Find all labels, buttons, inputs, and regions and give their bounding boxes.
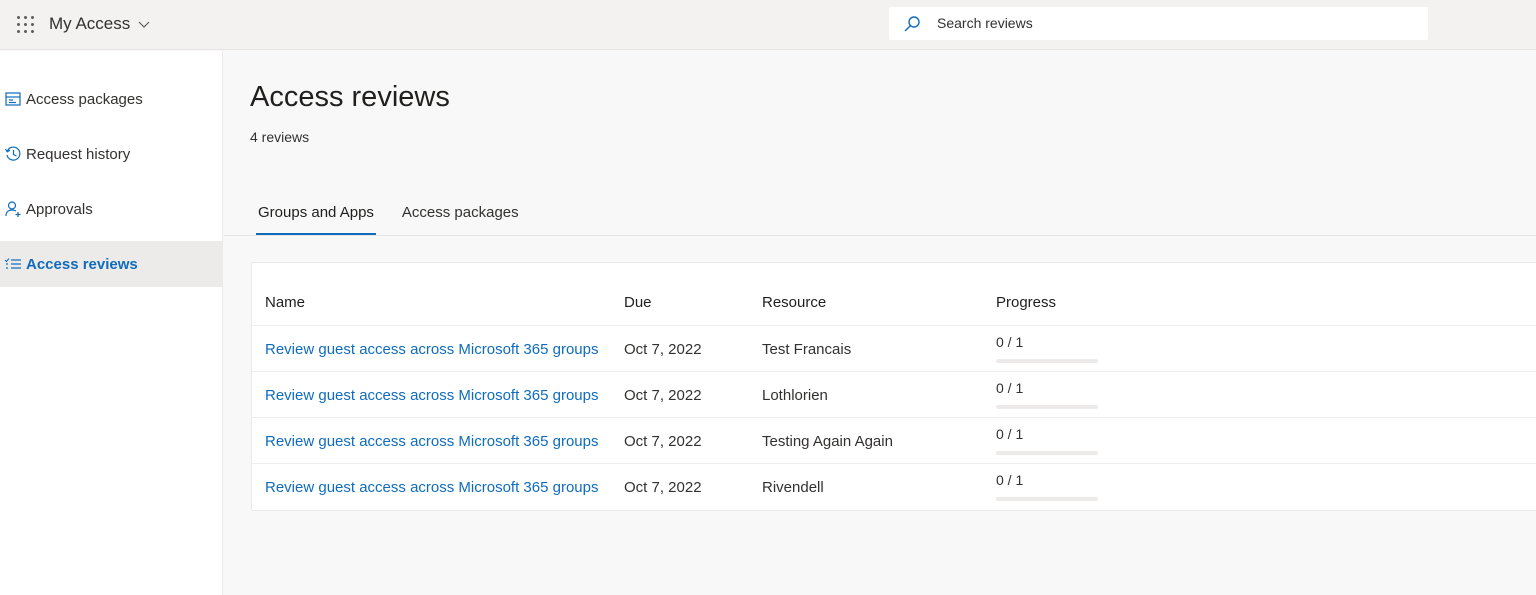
chevron-down-icon <box>138 21 150 28</box>
review-count: 4 reviews <box>250 129 310 145</box>
sidebar-item-access-packages[interactable]: Access packages <box>0 76 223 122</box>
progress-bar <box>996 405 1098 409</box>
tabs-divider <box>224 235 1536 236</box>
progress-bar <box>996 497 1098 501</box>
progress-text: 0 / 1 <box>996 472 1024 488</box>
sidebar-item-label: Access reviews <box>26 255 138 273</box>
search-icon <box>904 16 920 32</box>
top-bar: My Access Search reviews <box>0 0 1536 50</box>
review-name-link[interactable]: Review guest access across Microsoft 365… <box>265 341 598 358</box>
review-name-link[interactable]: Review guest access across Microsoft 365… <box>265 433 598 450</box>
sidebar: Access packages Request history Approval… <box>0 51 223 595</box>
column-header-name[interactable]: Name <box>265 294 305 311</box>
progress-bar <box>996 451 1098 455</box>
history-icon <box>4 146 21 161</box>
app-title-switcher[interactable]: My Access <box>49 14 151 34</box>
table-row[interactable]: Review guest access across Microsoft 365… <box>252 371 1536 417</box>
app-launcher-icon[interactable] <box>17 16 35 34</box>
sidebar-item-request-history[interactable]: Request history <box>0 131 223 177</box>
app-title: My Access <box>49 14 131 33</box>
page-title: Access reviews <box>250 81 450 113</box>
sidebar-item-label: Access packages <box>26 90 143 108</box>
sidebar-item-label: Approvals <box>26 200 93 218</box>
review-name-link[interactable]: Review guest access across Microsoft 365… <box>265 479 598 496</box>
tab-bar: Groups and Apps Access packages <box>256 201 547 235</box>
person-add-icon <box>5 201 21 217</box>
checklist-icon <box>4 258 21 269</box>
due-date: Oct 7, 2022 <box>624 341 702 358</box>
package-icon <box>5 92 21 106</box>
resource-name: Testing Again Again <box>762 433 893 450</box>
resource-name: Rivendell <box>762 479 824 496</box>
sidebar-item-access-reviews[interactable]: Access reviews <box>0 241 223 287</box>
search-input[interactable]: Search reviews <box>937 15 1033 31</box>
due-date: Oct 7, 2022 <box>624 433 702 450</box>
table-row[interactable]: Review guest access across Microsoft 365… <box>252 325 1536 371</box>
progress-text: 0 / 1 <box>996 334 1024 350</box>
sidebar-item-approvals[interactable]: Approvals <box>0 186 223 232</box>
column-header-due[interactable]: Due <box>624 294 652 311</box>
column-header-progress[interactable]: Progress <box>996 294 1056 311</box>
table-row[interactable]: Review guest access across Microsoft 365… <box>252 417 1536 463</box>
resource-name: Lothlorien <box>762 387 828 404</box>
due-date: Oct 7, 2022 <box>624 479 702 496</box>
resource-name: Test Francais <box>762 341 852 358</box>
sidebar-item-label: Request history <box>26 145 131 163</box>
tab-groups-and-apps[interactable]: Groups and Apps <box>256 201 376 235</box>
column-header-resource[interactable]: Resource <box>762 294 826 311</box>
search-box[interactable]: Search reviews <box>889 7 1428 40</box>
table-row[interactable]: Review guest access across Microsoft 365… <box>252 463 1536 509</box>
tab-access-packages[interactable]: Access packages <box>402 201 519 235</box>
review-name-link[interactable]: Review guest access across Microsoft 365… <box>265 387 598 404</box>
reviews-table: Name Due Resource Progress Review guest … <box>251 262 1536 511</box>
progress-text: 0 / 1 <box>996 426 1024 442</box>
main-content: Access reviews 4 reviews Groups and Apps… <box>224 51 1536 595</box>
progress-text: 0 / 1 <box>996 380 1024 396</box>
due-date: Oct 7, 2022 <box>624 387 702 404</box>
progress-bar <box>996 359 1098 363</box>
